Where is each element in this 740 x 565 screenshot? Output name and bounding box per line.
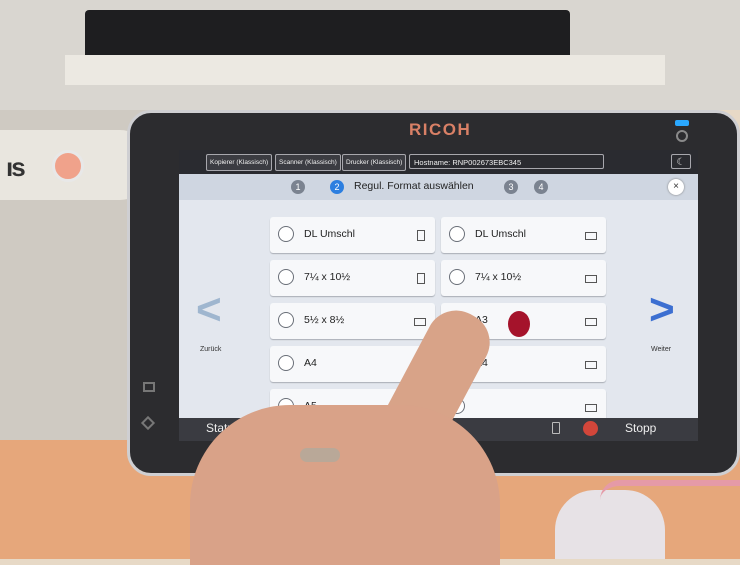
fingernail: [508, 311, 530, 337]
brand-logo: RICOH: [409, 120, 472, 139]
radio-button[interactable]: [278, 226, 294, 242]
close-button[interactable]: ×: [668, 179, 684, 195]
power-icon[interactable]: [676, 130, 688, 142]
pink-cable: [600, 480, 740, 526]
next-label[interactable]: Weiter: [651, 346, 671, 353]
step-title: Regul. Format auswählen: [354, 180, 474, 192]
stop-button[interactable]: Stopp: [625, 421, 656, 435]
landscape-orientation-icon: [414, 318, 426, 326]
radio-button[interactable]: [278, 355, 294, 371]
status-led: [675, 120, 689, 126]
format-label: 7¼ x 10½: [475, 271, 522, 283]
radio-button[interactable]: [278, 269, 294, 285]
format-option[interactable]: DL Umschl: [441, 217, 606, 253]
landscape-orientation-icon: [585, 318, 597, 326]
next-arrow-icon[interactable]: >: [649, 288, 675, 332]
portrait-orientation-icon: [417, 273, 425, 284]
format-label: DL Umschl: [304, 228, 355, 240]
previous-arrow-icon[interactable]: <: [196, 288, 222, 332]
printer-top-edge: [65, 55, 665, 85]
format-label: 5½ x 8½: [304, 314, 345, 326]
radio-button[interactable]: [449, 269, 465, 285]
landscape-orientation-icon: [585, 361, 597, 369]
trash-icon[interactable]: [552, 422, 560, 434]
landscape-orientation-icon: [585, 232, 597, 240]
lock-icon: [143, 382, 155, 392]
format-option[interactable]: 5½ x 8½: [270, 303, 435, 339]
hostname-field: Hostname: RNP002673EBC345: [409, 154, 604, 169]
format-option[interactable]: 7¼ x 10½: [441, 260, 606, 296]
tab-copier[interactable]: Kopierer (Klassisch): [206, 154, 273, 171]
format-label: DL Umschl: [475, 228, 526, 240]
format-option[interactable]: DL Umschl: [270, 217, 435, 253]
format-option[interactable]: 7¼ x 10½: [270, 260, 435, 296]
radio-button[interactable]: [449, 226, 465, 242]
top-bar: Kopierer (Klassisch) Scanner (Klassisch)…: [179, 150, 698, 174]
step-indicator-4: 4: [534, 180, 548, 194]
printer-logo-mark: ıs: [6, 152, 26, 182]
energy-saver-icon[interactable]: ☾: [671, 154, 691, 169]
radio-button[interactable]: [278, 312, 294, 328]
finger-ring: [300, 448, 340, 462]
step-indicator-1: 1: [291, 180, 305, 194]
portrait-orientation-icon: [417, 230, 425, 241]
step-indicator-3: 3: [504, 180, 518, 194]
wizard-step-bar: 1 2 Regul. Format auswählen 3 4 ×: [179, 174, 698, 200]
tab-scanner[interactable]: Scanner (Klassisch): [275, 154, 341, 171]
stop-icon[interactable]: [583, 421, 598, 436]
landscape-orientation-icon: [585, 404, 597, 412]
hand: [190, 405, 500, 565]
landscape-orientation-icon: [585, 275, 597, 283]
step-indicator-2: 2: [330, 180, 344, 194]
handle-ring: [52, 150, 84, 182]
format-label: 7¼ x 10½: [304, 271, 351, 283]
tab-printer[interactable]: Drucker (Klassisch): [342, 154, 407, 171]
format-label: A4: [304, 357, 317, 369]
previous-label[interactable]: Zurück: [200, 346, 221, 353]
